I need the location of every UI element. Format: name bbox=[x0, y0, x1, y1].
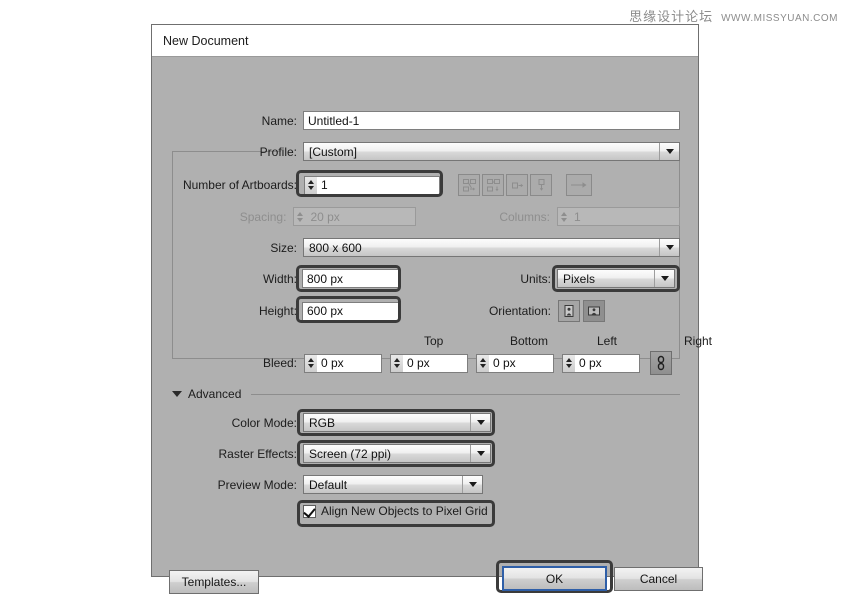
artboards-stepper[interactable]: 1 bbox=[304, 176, 440, 195]
chevron-down-icon bbox=[654, 270, 674, 287]
new-document-dialog: New Document Name: Untitled-1 Profile: [… bbox=[151, 24, 699, 577]
dialog-body: Name: Untitled-1 Profile: [Custom] Numbe… bbox=[152, 57, 698, 576]
spacing-columns-row: Spacing: 20 px Columns: 1 bbox=[172, 207, 680, 226]
dialog-titlebar: New Document bbox=[152, 25, 698, 57]
preview-mode-dropdown-value: Default bbox=[309, 478, 347, 492]
spacing-stepper: 20 px bbox=[293, 207, 416, 226]
bleed-label: Bleed: bbox=[172, 356, 297, 370]
columns-stepper: 1 bbox=[557, 207, 680, 226]
align-pixel-grid-label: Align New Objects to Pixel Grid bbox=[321, 504, 488, 518]
right-to-left-arrow-icon[interactable] bbox=[566, 174, 592, 196]
advanced-section-header[interactable]: Advanced bbox=[172, 387, 680, 401]
orientation-button-group bbox=[558, 300, 605, 322]
chevron-down-icon bbox=[172, 391, 182, 397]
chevron-down-icon bbox=[470, 445, 490, 462]
name-label: Name: bbox=[172, 114, 297, 128]
artboards-input[interactable]: 1 bbox=[317, 176, 440, 195]
artboards-label: Number of Artboards: bbox=[172, 178, 297, 192]
columns-label: Columns: bbox=[458, 210, 550, 224]
bleed-top-input[interactable]: 0 px bbox=[317, 354, 382, 373]
width-label: Width: bbox=[172, 272, 297, 286]
chevron-down-icon bbox=[470, 414, 490, 431]
preview-mode-label: Preview Mode: bbox=[172, 478, 297, 492]
name-row: Name: Untitled-1 bbox=[172, 111, 680, 130]
color-mode-dropdown[interactable]: RGB bbox=[303, 413, 491, 432]
spacing-input: 20 px bbox=[306, 207, 416, 226]
spacing-label: Spacing: bbox=[172, 210, 286, 224]
bleed-top-header: Top bbox=[424, 334, 443, 348]
bleed-bottom-spinner-arrows[interactable] bbox=[390, 354, 403, 373]
grid-by-column-icon[interactable] bbox=[482, 174, 504, 196]
raster-effects-dropdown[interactable]: Screen (72 ppi) bbox=[303, 444, 491, 463]
chevron-down-icon bbox=[462, 476, 482, 493]
orientation-label: Orientation: bbox=[399, 304, 551, 318]
chevron-down-icon bbox=[659, 143, 679, 160]
units-label: Units: bbox=[399, 272, 551, 286]
portrait-orientation-icon[interactable] bbox=[558, 300, 580, 322]
profile-dropdown-value: [Custom] bbox=[309, 145, 357, 159]
profile-dropdown[interactable]: [Custom] bbox=[303, 142, 680, 161]
units-dropdown-value: Pixels bbox=[563, 272, 595, 286]
width-input[interactable]: 800 px bbox=[302, 269, 399, 288]
templates-button[interactable]: Templates... bbox=[169, 570, 259, 594]
arrange-by-column-icon[interactable] bbox=[530, 174, 552, 196]
bleed-bottom-input[interactable]: 0 px bbox=[403, 354, 468, 373]
grid-by-row-icon[interactable] bbox=[458, 174, 480, 196]
ok-button[interactable]: OK bbox=[502, 566, 607, 591]
bleed-top-stepper[interactable]: 0 px bbox=[304, 354, 382, 373]
height-orientation-row: Height: 600 px Orientation: bbox=[172, 300, 680, 322]
landscape-orientation-icon[interactable] bbox=[583, 300, 605, 322]
artboard-arrange-button-group bbox=[458, 174, 552, 196]
raster-effects-dropdown-value: Screen (72 ppi) bbox=[309, 447, 391, 461]
size-label: Size: bbox=[172, 241, 297, 255]
color-mode-row: Color Mode: RGB bbox=[172, 413, 680, 432]
bleed-top-spinner-arrows[interactable] bbox=[304, 354, 317, 373]
bleed-left-stepper[interactable]: 0 px bbox=[476, 354, 554, 373]
advanced-label: Advanced bbox=[188, 387, 241, 401]
height-label: Height: bbox=[172, 304, 297, 318]
site-watermark: 思缘设计论坛 WWW.MISSYUAN.COM bbox=[629, 6, 838, 25]
raster-effects-label: Raster Effects: bbox=[172, 447, 297, 461]
size-dropdown[interactable]: 800 x 600 bbox=[303, 238, 680, 257]
link-chain-icon[interactable] bbox=[650, 351, 672, 375]
bleed-bottom-stepper[interactable]: 0 px bbox=[390, 354, 468, 373]
size-row: Size: 800 x 600 bbox=[172, 238, 680, 257]
bleed-right-header: Right bbox=[684, 334, 712, 348]
chevron-down-icon bbox=[659, 239, 679, 256]
artboards-spinner-arrows[interactable] bbox=[304, 176, 317, 195]
name-input[interactable]: Untitled-1 bbox=[303, 111, 680, 130]
bleed-right-stepper[interactable]: 0 px bbox=[562, 354, 640, 373]
watermark-chinese-text: 思缘设计论坛 bbox=[629, 6, 713, 25]
preview-mode-row: Preview Mode: Default bbox=[172, 475, 680, 494]
arrange-by-row-icon[interactable] bbox=[506, 174, 528, 196]
advanced-divider bbox=[251, 394, 680, 395]
bleed-bottom-header: Bottom bbox=[510, 334, 548, 348]
bleed-left-spinner-arrows[interactable] bbox=[476, 354, 489, 373]
cancel-button[interactable]: Cancel bbox=[614, 567, 703, 591]
artboards-row: Number of Artboards: 1 bbox=[172, 174, 680, 196]
size-dropdown-value: 800 x 600 bbox=[309, 241, 362, 255]
units-dropdown[interactable]: Pixels bbox=[557, 269, 675, 288]
spacing-spinner-arrows bbox=[293, 207, 306, 226]
bleed-right-input[interactable]: 0 px bbox=[575, 354, 640, 373]
preview-mode-dropdown[interactable]: Default bbox=[303, 475, 483, 494]
dialog-title: New Document bbox=[163, 34, 248, 48]
bleed-left-input[interactable]: 0 px bbox=[489, 354, 554, 373]
columns-spinner-arrows bbox=[557, 207, 570, 226]
profile-row: Profile: [Custom] bbox=[172, 142, 680, 161]
bleed-right-spinner-arrows[interactable] bbox=[562, 354, 575, 373]
color-mode-dropdown-value: RGB bbox=[309, 416, 335, 430]
align-pixel-grid-checkbox[interactable] bbox=[303, 505, 316, 518]
raster-effects-row: Raster Effects: Screen (72 ppi) bbox=[172, 444, 680, 463]
height-input[interactable]: 600 px bbox=[302, 302, 399, 321]
profile-label: Profile: bbox=[172, 145, 297, 159]
align-pixel-grid-row[interactable]: Align New Objects to Pixel Grid bbox=[303, 504, 488, 518]
color-mode-label: Color Mode: bbox=[172, 416, 297, 430]
bleed-row: Bleed: 0 px 0 px 0 px 0 px bbox=[172, 351, 692, 375]
width-units-row: Width: 800 px Units: Pixels bbox=[172, 269, 680, 288]
watermark-url-text: WWW.MISSYUAN.COM bbox=[721, 13, 838, 24]
bleed-left-header: Left bbox=[597, 334, 617, 348]
columns-input: 1 bbox=[570, 207, 680, 226]
